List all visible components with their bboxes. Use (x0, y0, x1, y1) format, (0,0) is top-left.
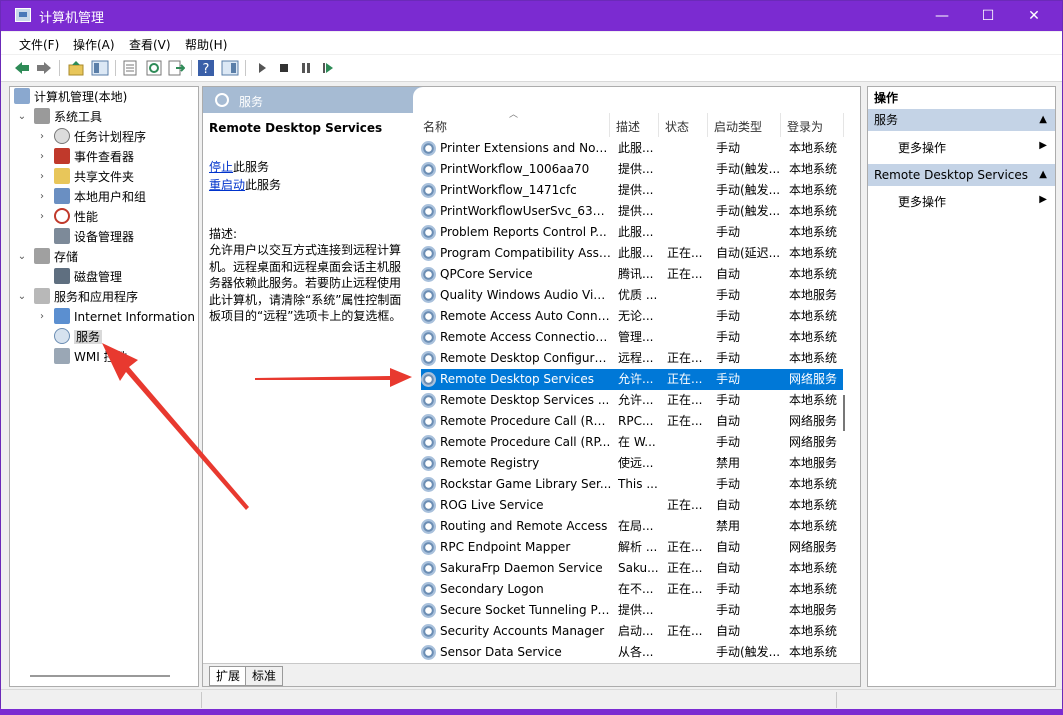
annotation-arrows (102, 343, 412, 510)
right-pointing-arrow (255, 368, 412, 387)
up-left-pointing-arrow (102, 343, 249, 510)
